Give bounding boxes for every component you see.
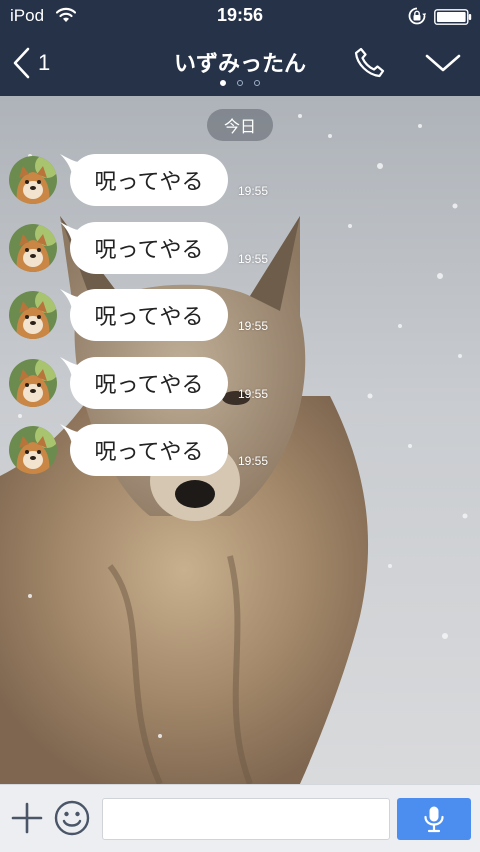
avatar[interactable] — [9, 156, 57, 204]
phone-icon[interactable] — [352, 46, 386, 80]
message-time: 19:55 — [238, 454, 269, 468]
rotation-lock-icon — [408, 7, 426, 25]
message-row: 呪ってやる 19:55 — [0, 355, 480, 415]
message-row: 呪ってやる 19:55 — [0, 287, 480, 347]
message-bubble[interactable]: 呪ってやる — [70, 357, 228, 409]
chat-title: いずみったん — [173, 52, 306, 77]
message-time: 19:55 — [238, 252, 269, 266]
avatar[interactable] — [9, 291, 57, 339]
plus-icon[interactable] — [10, 801, 44, 835]
chevron-down-icon[interactable] — [424, 52, 462, 74]
battery-icon — [434, 9, 472, 25]
message-time: 19:55 — [238, 184, 269, 198]
chat-area[interactable]: 今日 呪ってやる 19:55 呪ってやる 19:55 呪ってやる 19:55 呪… — [0, 96, 480, 784]
message-bubble[interactable]: 呪ってやる — [70, 289, 228, 341]
avatar[interactable] — [9, 426, 57, 474]
page-dot — [220, 80, 226, 86]
mic-button[interactable] — [397, 798, 471, 840]
status-bar: iPod 19:56 — [0, 0, 480, 32]
message-row: 呪ってやる 19:55 — [0, 422, 480, 482]
page-dot — [237, 80, 243, 86]
microphone-icon — [424, 806, 444, 833]
message-row: 呪ってやる 19:55 — [0, 152, 480, 212]
message-row: 呪ってやる 19:55 — [0, 220, 480, 280]
message-bubble[interactable]: 呪ってやる — [70, 424, 228, 476]
input-bar — [0, 784, 480, 852]
message-bubble[interactable]: 呪ってやる — [70, 222, 228, 274]
avatar[interactable] — [9, 224, 57, 272]
nav-bar: 1 いずみったん — [0, 32, 480, 96]
message-bubble[interactable]: 呪ってやる — [70, 154, 228, 206]
header: iPod 19:56 1 いずみったん — [0, 0, 480, 96]
page-indicator — [220, 80, 260, 88]
avatar[interactable] — [9, 359, 57, 407]
message-input[interactable] — [102, 798, 390, 840]
page-dot — [254, 80, 260, 86]
date-label: 今日 — [207, 109, 273, 141]
smiley-icon[interactable] — [54, 800, 90, 836]
message-time: 19:55 — [238, 319, 269, 333]
message-time: 19:55 — [238, 387, 269, 401]
